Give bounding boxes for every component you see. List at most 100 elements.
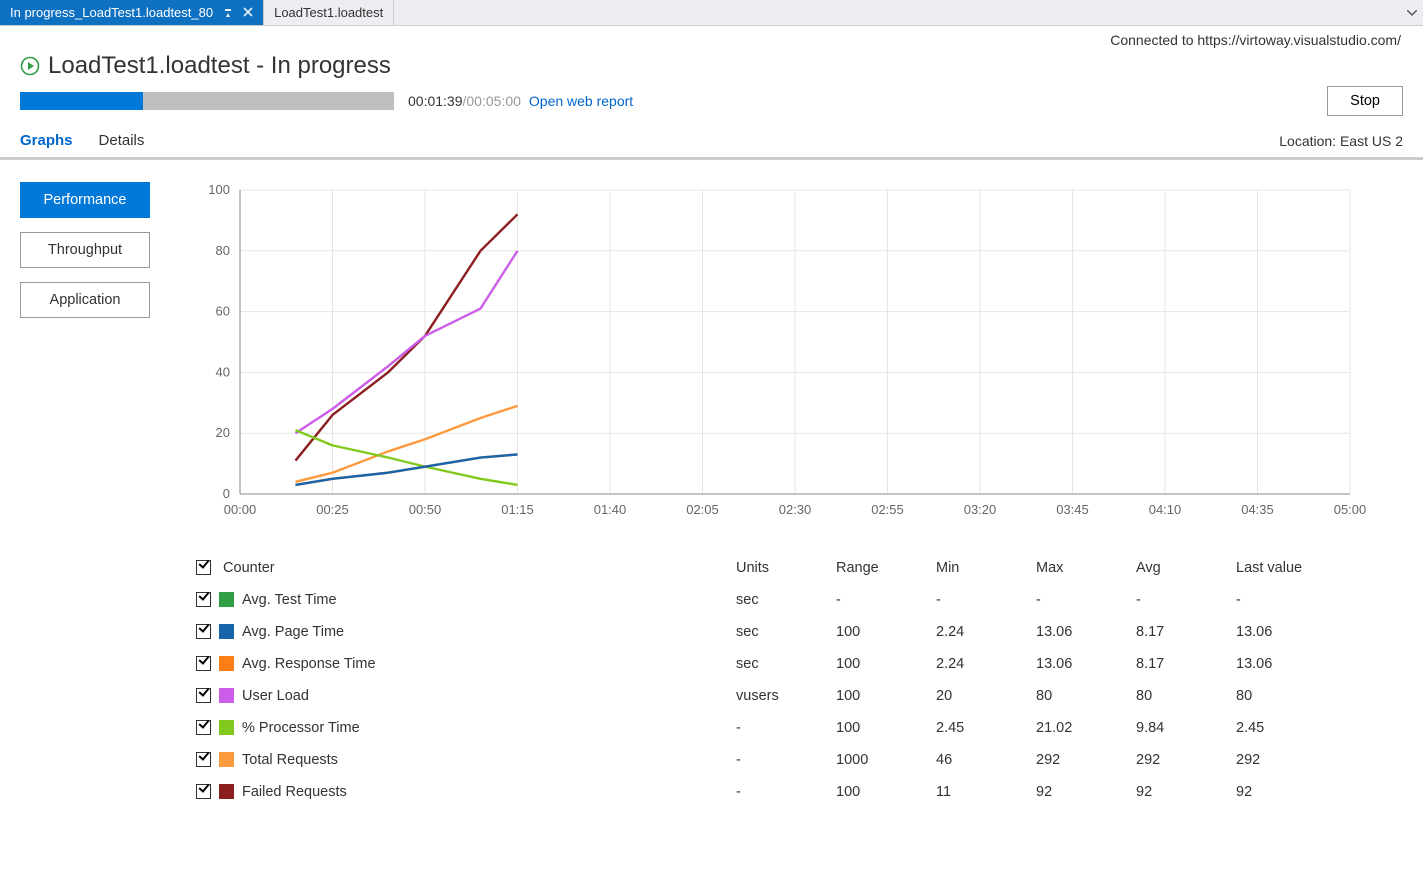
view-tabs: Graphs Details Location: East US 2 [0, 126, 1423, 160]
svg-text:02:05: 02:05 [686, 502, 719, 517]
tab-active-label: In progress_LoadTest1.loadtest_80 [10, 5, 213, 20]
svg-text:20: 20 [216, 425, 230, 440]
svg-text:04:35: 04:35 [1241, 502, 1274, 517]
counter-units: sec [730, 648, 830, 680]
counter-units: vusers [730, 680, 830, 712]
tab-details[interactable]: Details [99, 132, 145, 149]
counter-checkbox[interactable] [196, 656, 211, 671]
counter-checkbox[interactable] [196, 624, 211, 639]
close-icon[interactable] [243, 6, 253, 20]
sidebar-application[interactable]: Application [20, 282, 150, 318]
counter-max: 13.06 [1030, 648, 1130, 680]
header-last: Last value [1230, 552, 1403, 584]
counter-units: sec [730, 584, 830, 616]
counter-label: Avg. Page Time [242, 624, 344, 640]
tab-inactive[interactable]: LoadTest1.loadtest [264, 0, 394, 25]
header-min: Min [930, 552, 1030, 584]
progress-fill [20, 92, 143, 110]
counter-range: - [830, 584, 930, 616]
counter-checkbox[interactable] [196, 720, 211, 735]
counter-max: 292 [1030, 744, 1130, 776]
counter-label: % Processor Time [242, 720, 360, 736]
svg-text:100: 100 [208, 182, 230, 197]
toggle-all-checkbox[interactable] [196, 560, 211, 575]
counter-checkbox[interactable] [196, 592, 211, 607]
counter-min: 2.24 [930, 616, 1030, 648]
open-web-report-link[interactable]: Open web report [529, 93, 633, 109]
svg-text:0: 0 [223, 486, 230, 501]
counter-last: 80 [1230, 680, 1403, 712]
svg-text:00:25: 00:25 [316, 502, 349, 517]
counter-max: 13.06 [1030, 616, 1130, 648]
document-tabs: In progress_LoadTest1.loadtest_80 LoadTe… [0, 0, 1423, 26]
counter-units: - [730, 712, 830, 744]
header-counter: Counter [223, 560, 275, 576]
location-label: Location: East US 2 [1279, 133, 1403, 149]
counter-range: 100 [830, 648, 930, 680]
chart-sidebar: Performance Throughput Application [20, 182, 190, 332]
counter-avg: - [1130, 584, 1230, 616]
counter-range: 100 [830, 776, 930, 808]
svg-text:80: 80 [216, 243, 230, 258]
counter-avg: 8.17 [1130, 616, 1230, 648]
counter-last: 2.45 [1230, 712, 1403, 744]
svg-text:03:20: 03:20 [964, 502, 997, 517]
svg-text:01:15: 01:15 [501, 502, 534, 517]
counter-checkbox[interactable] [196, 784, 211, 799]
counter-row: Avg. Response Timesec1002.2413.068.1713.… [190, 648, 1403, 680]
tab-graphs[interactable]: Graphs [20, 132, 73, 149]
title-row: LoadTest1.loadtest - In progress [0, 48, 1423, 86]
counter-max: 21.02 [1030, 712, 1130, 744]
counter-min: 2.45 [930, 712, 1030, 744]
tab-active[interactable]: In progress_LoadTest1.loadtest_80 [0, 0, 264, 25]
svg-text:02:30: 02:30 [779, 502, 812, 517]
body: Performance Throughput Application 00:00… [0, 160, 1423, 828]
header-max: Max [1030, 552, 1130, 584]
svg-text:03:45: 03:45 [1056, 502, 1089, 517]
counter-avg: 80 [1130, 680, 1230, 712]
counter-min: 2.24 [930, 648, 1030, 680]
counter-swatch [219, 752, 234, 767]
counter-range: 100 [830, 616, 930, 648]
svg-text:04:10: 04:10 [1149, 502, 1182, 517]
counter-swatch [219, 688, 234, 703]
counter-avg: 292 [1130, 744, 1230, 776]
tabs-overflow-icon[interactable] [1401, 0, 1423, 25]
counter-avg: 9.84 [1130, 712, 1230, 744]
counter-checkbox[interactable] [196, 752, 211, 767]
counter-range: 100 [830, 680, 930, 712]
svg-text:00:50: 00:50 [409, 502, 442, 517]
counter-last: 292 [1230, 744, 1403, 776]
progress-bar [20, 92, 394, 110]
sidebar-throughput[interactable]: Throughput [20, 232, 150, 268]
performance-chart: 00:0000:2500:5001:1501:4002:0502:3002:55… [190, 182, 1403, 522]
svg-text:02:55: 02:55 [871, 502, 904, 517]
counter-min: 20 [930, 680, 1030, 712]
svg-text:40: 40 [216, 364, 230, 379]
counter-swatch [219, 656, 234, 671]
counter-max: 80 [1030, 680, 1130, 712]
header-units: Units [730, 552, 830, 584]
counter-swatch [219, 624, 234, 639]
counter-min: 11 [930, 776, 1030, 808]
counter-row: Total Requests-100046292292292 [190, 744, 1403, 776]
counter-max: 92 [1030, 776, 1130, 808]
counter-units: sec [730, 616, 830, 648]
counter-checkbox[interactable] [196, 688, 211, 703]
counter-last: 92 [1230, 776, 1403, 808]
pin-icon[interactable] [223, 6, 233, 20]
header-avg: Avg [1130, 552, 1230, 584]
counter-avg: 92 [1130, 776, 1230, 808]
counter-last: 13.06 [1230, 616, 1403, 648]
sidebar-performance[interactable]: Performance [20, 182, 150, 218]
counter-last: - [1230, 584, 1403, 616]
counter-label: Avg. Response Time [242, 656, 376, 672]
stop-button[interactable]: Stop [1327, 86, 1403, 116]
counter-label: Avg. Test Time [242, 592, 337, 608]
svg-text:01:40: 01:40 [594, 502, 627, 517]
counter-last: 13.06 [1230, 648, 1403, 680]
counter-row: User Loadvusers10020808080 [190, 680, 1403, 712]
elapsed-time: 00:01:39 [408, 93, 463, 109]
counter-label: Total Requests [242, 752, 338, 768]
counter-label: User Load [242, 688, 309, 704]
